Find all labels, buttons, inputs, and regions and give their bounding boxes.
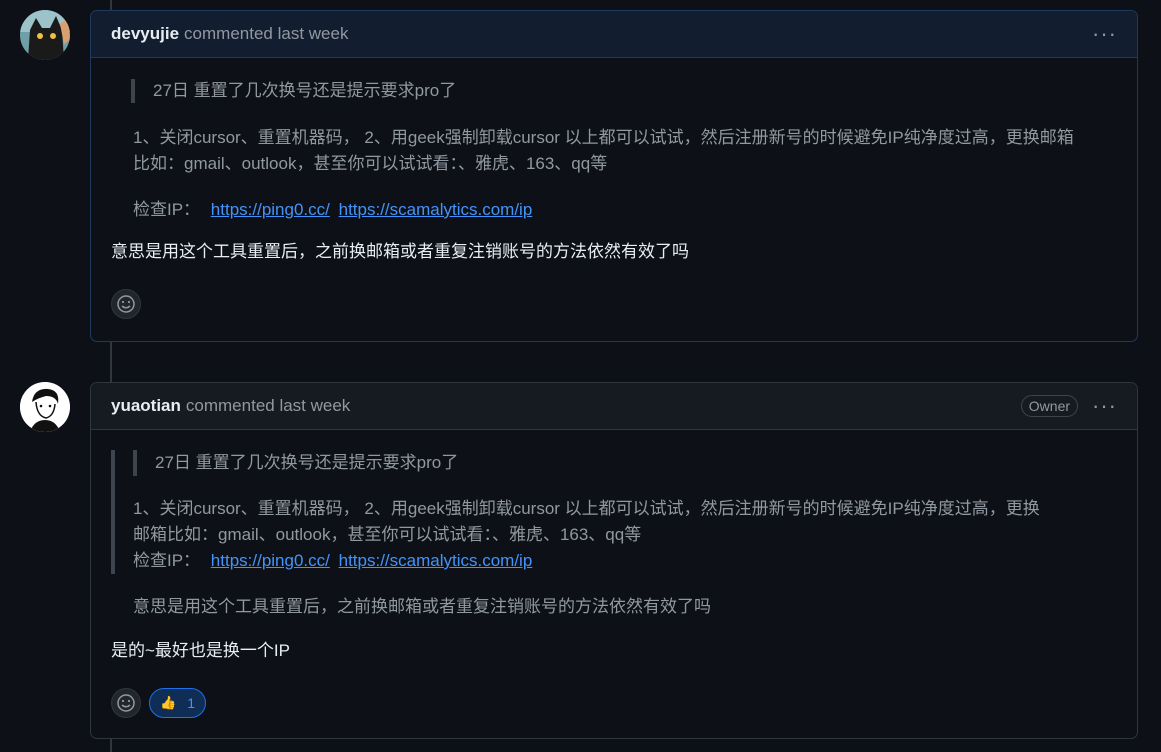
check-ip-label: 检查IP： <box>133 200 201 219</box>
link-scamalytics[interactable]: https://scamalytics.com/ip <box>339 200 533 219</box>
link-ping0[interactable]: https://ping0.cc/ <box>211 200 330 219</box>
avatar-devyujie[interactable] <box>20 10 70 60</box>
link-scamalytics[interactable]: https://scamalytics.com/ip <box>339 551 533 570</box>
comment-author[interactable]: devyujie <box>111 24 179 44</box>
comment-reply-text: 是的~最好也是换一个IP <box>111 641 290 660</box>
link-ping0[interactable]: https://ping0.cc/ <box>211 551 330 570</box>
comment-reply-text: 意思是用这个工具重置后，之前换邮箱或者重复注销账号的方法依然有效了吗 <box>111 242 689 261</box>
more-options-icon[interactable]: ··· <box>1092 23 1117 45</box>
thumbs-up-icon: 👍 <box>160 695 177 710</box>
add-reaction-button[interactable] <box>111 289 141 319</box>
reactions-row <box>111 289 141 319</box>
more-options-icon[interactable]: ··· <box>1092 395 1117 417</box>
quoted-paragraph: 1、关闭cursor、重置机器码， 2、用geek强制卸载cursor 以上都可… <box>111 125 1117 177</box>
comment-author[interactable]: yuaotian <box>111 396 181 416</box>
nested-quote: 27日 重置了几次换号还是提示要求pro了 <box>133 450 1117 476</box>
smiley-icon <box>117 694 135 712</box>
comment-header: devyujie commented last week ··· <box>91 11 1137 58</box>
comment-timestamp[interactable]: commented last week <box>184 24 1092 44</box>
comment-header: yuaotian commented last week Owner ··· <box>91 383 1137 430</box>
quote-line: 邮箱比如：gmail、outlook，甚至你可以试试看：、雅虎、163、qq等 <box>133 525 642 544</box>
comment-card-yuaotian: yuaotian commented last week Owner ··· 2… <box>90 382 1138 739</box>
quote-line: 1、关闭cursor、重置机器码， 2、用geek强制卸载cursor 以上都可… <box>133 499 1040 518</box>
check-ip-line: 检查IP： https://ping0.cc/ https://scamalyt… <box>111 197 1117 223</box>
quoted-paragraph: 1、关闭cursor、重置机器码， 2、用geek强制卸载cursor 以上都可… <box>133 496 1117 574</box>
check-ip-line: 检查IP： https://ping0.cc/ https://scamalyt… <box>133 548 1117 574</box>
owner-badge: Owner <box>1020 395 1079 417</box>
quote-tail-text: 意思是用这个工具重置后，之前换邮箱或者重复注销账号的方法依然有效了吗 <box>133 597 711 616</box>
check-ip-label: 检查IP： <box>133 551 201 570</box>
quote-text: 27日 重置了几次换号还是提示要求pro了 <box>155 453 459 472</box>
thumbs-up-reaction-button[interactable]: 👍 1 <box>149 688 206 718</box>
reaction-count: 1 <box>187 695 195 711</box>
nested-quote: 27日 重置了几次换号还是提示要求pro了 <box>131 79 1117 103</box>
add-reaction-button[interactable] <box>111 688 141 718</box>
smiley-icon <box>117 295 135 313</box>
quote-tail: 意思是用这个工具重置后，之前换邮箱或者重复注销账号的方法依然有效了吗 <box>111 594 1117 620</box>
blockquote: 27日 重置了几次换号还是提示要求pro了 1、关闭cursor、重置机器码， … <box>111 450 1117 574</box>
reactions-row: 👍 1 <box>111 688 206 718</box>
comment-card-devyujie: devyujie commented last week ··· 27日 重置了… <box>90 10 1138 342</box>
quote-text: 27日 重置了几次换号还是提示要求pro了 <box>153 81 457 100</box>
quote-line: 1、关闭cursor、重置机器码， 2、用geek强制卸载cursor 以上都可… <box>133 128 1074 147</box>
avatar-yuaotian[interactable] <box>20 382 70 432</box>
comment-timestamp[interactable]: commented last week <box>186 396 1021 416</box>
quote-line: 比如：gmail、outlook，甚至你可以试试看：、雅虎、163、qq等 <box>133 154 608 173</box>
